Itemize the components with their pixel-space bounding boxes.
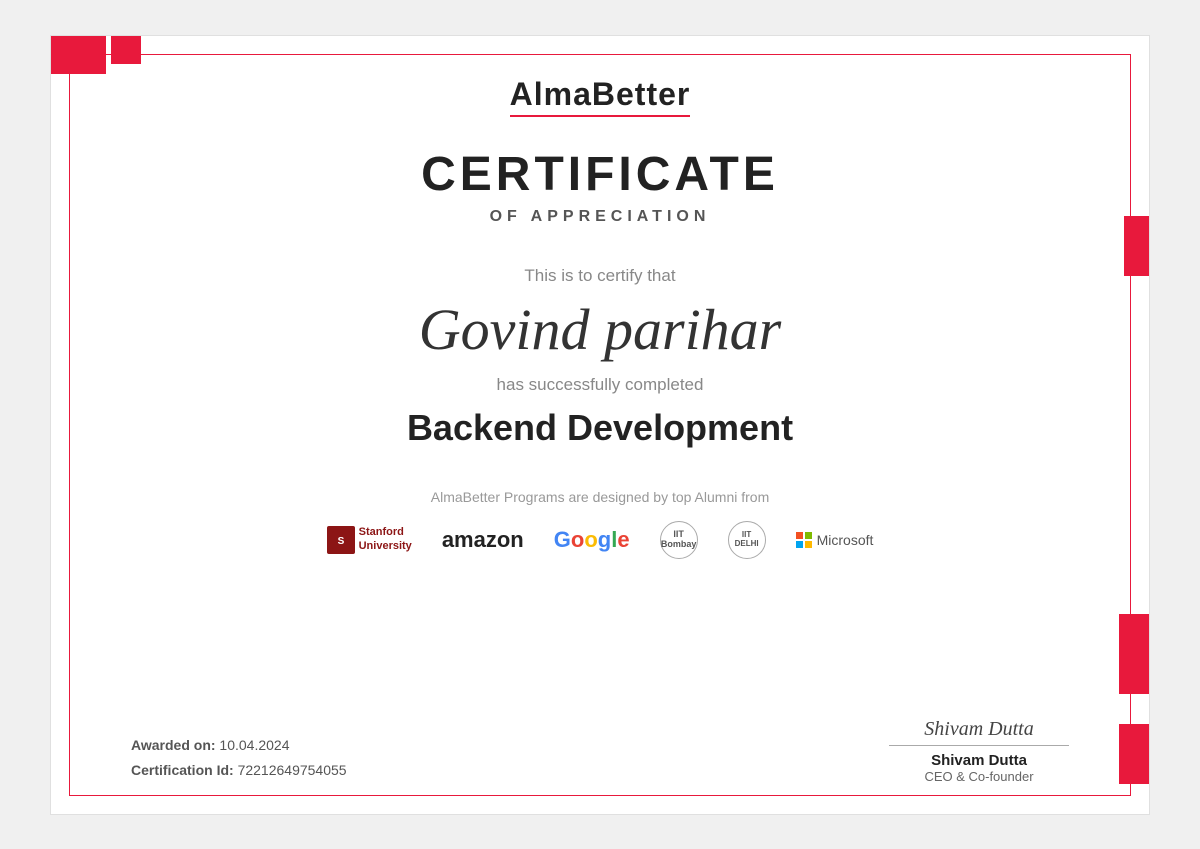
microsoft-logo: Microsoft [796,532,874,548]
footer-right: Shivam Dutta Shivam Dutta CEO & Co-found… [889,718,1069,784]
ms-blue [796,541,803,548]
svg-text:S: S [337,536,344,547]
alumni-text: AlmaBetter Programs are designed by top … [431,489,770,505]
stanford-tree-icon: S [332,531,350,549]
iit-bombay-logo: IITBombay [660,521,698,559]
cert-id-row: Certification Id: 72212649754055 [131,758,347,783]
signer-name: Shivam Dutta [931,752,1027,769]
awarded-label: Awarded on: [131,737,216,753]
awarded-date: 10.04.2024 [219,737,289,753]
iit-delhi-text: IITDELHI [735,531,759,549]
certify-intro: This is to certify that [524,266,675,286]
partner-logos: S StanfordUniversity amazon Google IITBo… [327,521,874,559]
brand-underline [510,115,691,117]
g-letter-2: o [571,527,584,552]
iit-bombay-text: IITBombay [661,530,697,550]
recipient-name: Govind parihar [419,296,782,363]
stanford-icon: S [327,526,355,554]
corner-decoration-tl [51,36,141,116]
signer-title: CEO & Co-founder [924,769,1033,784]
brand-name-part1: Alma [510,76,592,112]
cert-id-value: 72212649754055 [238,762,347,778]
footer-left: Awarded on: 10.04.2024 Certification Id:… [131,733,347,783]
certificate-title: CERTIFICATE [421,147,779,202]
awarded-on-row: Awarded on: 10.04.2024 [131,733,347,758]
brand-name-part2: Better [592,76,690,112]
g-letter-4: g [598,527,611,552]
course-name: Backend Development [407,407,793,449]
stanford-logo: S StanfordUniversity [327,526,412,554]
ms-red [796,532,803,539]
brand-logo: AlmaBetter [510,76,691,117]
iit-delhi-logo: IITDELHI [728,521,766,559]
iit-bombay-circle: IITBombay [660,521,698,559]
amazon-text: amazon [442,527,524,553]
ms-yellow [805,541,812,548]
completed-text: has successfully completed [497,375,704,395]
g-letter-3: o [584,527,597,552]
microsoft-text: Microsoft [817,532,874,548]
google-text: Google [554,527,630,553]
corner-decoration-br1 [1119,614,1149,694]
iit-delhi-circle: IITDELHI [728,521,766,559]
certificate-subtitle: OF APPRECIATION [490,208,711,226]
corner-decoration-br2 [1119,724,1149,784]
g-letter-1: G [554,527,571,552]
corner-decoration-tr [1124,216,1149,276]
footer: Awarded on: 10.04.2024 Certification Id:… [131,698,1069,784]
amazon-logo: amazon [442,527,524,553]
ms-green [805,532,812,539]
microsoft-grid-icon [796,532,812,548]
brand-name: AlmaBetter [510,76,691,113]
cert-id-label: Certification Id: [131,762,234,778]
g-letter-6: e [617,527,629,552]
certificate: AlmaBetter CERTIFICATE OF APPRECIATION T… [50,35,1150,815]
signature-line [889,745,1069,746]
signature-cursive: Shivam Dutta [924,718,1033,741]
stanford-text: StanfordUniversity [359,526,412,552]
google-logo: Google [554,527,630,553]
